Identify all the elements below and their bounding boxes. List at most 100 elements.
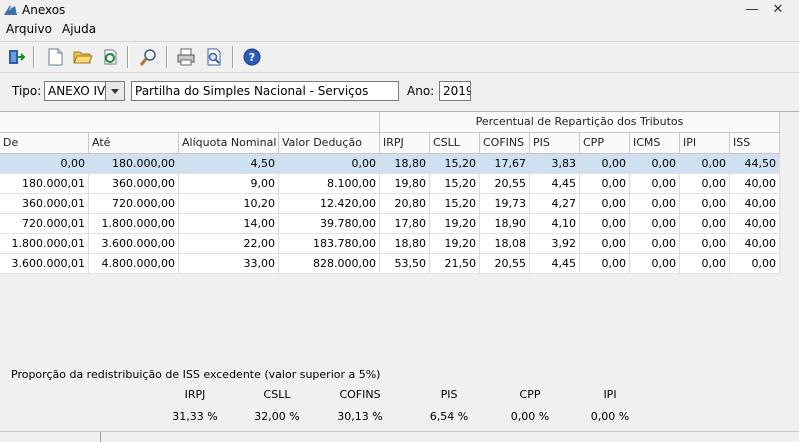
column-header-csll[interactable]: CSLL	[430, 133, 480, 154]
table-cell-cpp: 0,00	[580, 254, 630, 274]
redistribution-header-csll: CSLL	[263, 388, 291, 401]
anexos-table: Percentual de Repartição dos Tributos De…	[0, 111, 799, 356]
redistribution-value-pis: 6,54 %	[429, 410, 469, 423]
table-cell-de: 180.000,01	[0, 174, 89, 194]
redistribution-value-irpj: 31,33 %	[172, 410, 218, 423]
table-cell-cofins: 18,08	[480, 234, 530, 254]
table-row[interactable]: 180.000,01 360.000,00 9,00 8.100,00 19,80 15,…	[0, 174, 780, 194]
table-cell-cofins: 17,67	[480, 154, 530, 174]
tipo-dropdown-button[interactable]	[105, 81, 125, 101]
table-cell-icms: 0,00	[630, 234, 680, 254]
table-row[interactable]: 720.000,01 1.800.000,00 14,00 39.780,00 17,8…	[0, 214, 780, 234]
table-cell-irpj: 18,80	[380, 234, 430, 254]
table-cell-icms: 0,00	[630, 194, 680, 214]
table-row[interactable]: 360.000,01 720.000,00 10,20 12.420,00 20,80 1…	[0, 194, 780, 214]
column-header-iss[interactable]: ISS	[730, 133, 780, 154]
table-cell-iss: 44,50	[730, 154, 780, 174]
table-cell-csll: 19,20	[430, 214, 480, 234]
redistribution-header-ipi: IPI	[603, 388, 617, 401]
column-header-irpj[interactable]: IRPJ	[380, 133, 430, 154]
table-cell-cpp: 0,00	[580, 174, 630, 194]
redistribution-header-irpj: IRPJ	[184, 388, 206, 401]
table-cell-valor-deducao: 8.100,00	[279, 174, 380, 194]
table-cell-iss: 40,00	[730, 194, 780, 214]
redistribution-value-csll: 32,00 %	[254, 410, 300, 423]
table-cell-iss: 40,00	[730, 234, 780, 254]
column-header-valor-deducao[interactable]: Valor Dedução	[279, 133, 380, 154]
table-cell-cofins: 20,55	[480, 174, 530, 194]
table-cell-iss: 40,00	[730, 174, 780, 194]
table-cell-pis: 3,92	[530, 234, 580, 254]
table-cell-aliquota-nominal: 14,00	[179, 214, 279, 234]
print-icon[interactable]	[175, 46, 197, 68]
tipo-label: Tipo:	[12, 84, 42, 98]
table-cell-ate: 1.800.000,00	[89, 214, 179, 234]
ano-input[interactable]: 2019	[439, 81, 471, 101]
redistribution-header-cpp: CPP	[519, 388, 541, 401]
table-cell-ate: 180.000,00	[89, 154, 179, 174]
table-cell-ipi: 0,00	[680, 194, 730, 214]
open-folder-icon[interactable]	[71, 46, 93, 68]
table-cell-valor-deducao: 39.780,00	[279, 214, 380, 234]
exit-icon[interactable]	[5, 46, 27, 68]
table-row[interactable]: 0,00 180.000,00 4,50 0,00 18,80 15,20 17,67 3,8…	[0, 154, 780, 174]
menu-bar: Arquivo Ajuda	[0, 20, 799, 39]
new-document-icon[interactable]	[44, 46, 66, 68]
column-header-cpp[interactable]: CPP	[580, 133, 630, 154]
search-icon[interactable]	[138, 46, 160, 68]
column-header-de[interactable]: De	[0, 133, 89, 154]
table-cell-iss: 0,00	[730, 254, 780, 274]
table-cell-aliquota-nominal: 10,20	[179, 194, 279, 214]
refresh-icon[interactable]	[99, 46, 121, 68]
table-cell-ipi: 0,00	[680, 154, 730, 174]
table-cell-cofins: 19,73	[480, 194, 530, 214]
table-cell-de: 0,00	[0, 154, 89, 174]
column-header-ate[interactable]: Até	[89, 133, 179, 154]
table-cell-cpp: 0,00	[580, 214, 630, 234]
table-cell-de: 3.600.000,01	[0, 254, 89, 274]
table-cell-pis: 4,10	[530, 214, 580, 234]
column-header-cofins[interactable]: COFINS	[480, 133, 530, 154]
table-cell-cpp: 0,00	[580, 234, 630, 254]
table-cell-icms: 0,00	[630, 254, 680, 274]
column-header-aliquota-nominal[interactable]: Alíquota Nominal	[179, 133, 279, 154]
table-cell-de: 720.000,01	[0, 214, 89, 234]
menu-arquivo[interactable]: Arquivo	[6, 22, 52, 36]
description-field[interactable]: Partilha do Simples Nacional - Serviços	[131, 81, 399, 101]
table-cell-csll: 19,20	[430, 234, 480, 254]
close-button[interactable]: ✕	[768, 2, 788, 18]
table-cell-cpp: 0,00	[580, 194, 630, 214]
table-cell-irpj: 19,80	[380, 174, 430, 194]
table-cell-pis: 4,45	[530, 254, 580, 274]
table-cell-pis: 4,27	[530, 194, 580, 214]
table-cell-irpj: 53,50	[380, 254, 430, 274]
help-icon[interactable]: ?	[241, 46, 263, 68]
table-row[interactable]: 1.800.000,01 3.600.000,00 22,00 183.780,00 1…	[0, 234, 780, 254]
redistribution-value-cofins: 30,13 %	[337, 410, 383, 423]
table-cell-aliquota-nominal: 33,00	[179, 254, 279, 274]
table-cell-valor-deducao: 183.780,00	[279, 234, 380, 254]
table-cell-aliquota-nominal: 22,00	[179, 234, 279, 254]
menu-ajuda[interactable]: Ajuda	[62, 22, 96, 36]
table-cell-aliquota-nominal: 4,50	[179, 154, 279, 174]
svg-text:?: ?	[249, 51, 255, 64]
table-cell-de: 1.800.000,01	[0, 234, 89, 254]
table-row[interactable]: 3.600.000,01 4.800.000,00 33,00 828.000,00 5…	[0, 254, 780, 274]
redistribution-header-cofins: COFINS	[339, 388, 381, 401]
tipo-select[interactable]: ANEXO IV	[44, 81, 106, 101]
column-header-ipi[interactable]: IPI	[680, 133, 730, 154]
table-cell-csll: 15,20	[430, 174, 480, 194]
column-header-icms[interactable]: ICMS	[630, 133, 680, 154]
table-cell-irpj: 20,80	[380, 194, 430, 214]
table-cell-ipi: 0,00	[680, 214, 730, 234]
table-cell-iss: 40,00	[730, 214, 780, 234]
table-cell-icms: 0,00	[630, 174, 680, 194]
status-bar	[0, 431, 799, 442]
table-cell-de: 360.000,01	[0, 194, 89, 214]
print-preview-icon[interactable]	[203, 46, 225, 68]
table-cell-icms: 0,00	[630, 154, 680, 174]
column-header-pis[interactable]: PIS	[530, 133, 580, 154]
redistribution-title: Proporção da redistribuição de ISS exced…	[11, 368, 381, 381]
minimize-button[interactable]: —	[742, 2, 762, 18]
table-cell-valor-deducao: 0,00	[279, 154, 380, 174]
